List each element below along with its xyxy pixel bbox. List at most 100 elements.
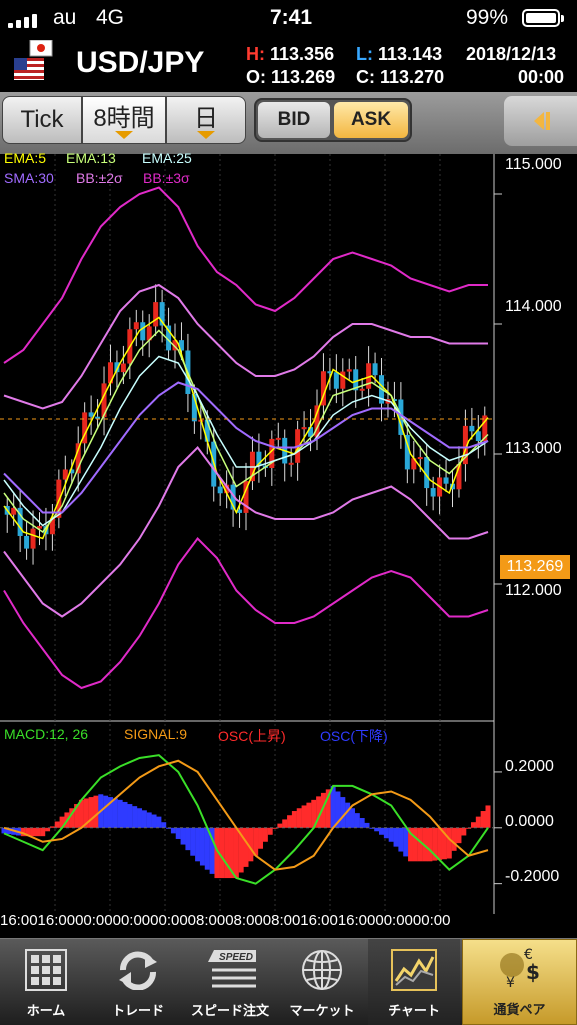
tab-bar: ホーム トレード SPEED スピード注文 マーケット チャート € $ ¥ 通貨ペ… xyxy=(0,938,577,1025)
osc-bar xyxy=(112,798,118,828)
ask-button[interactable]: ASK xyxy=(334,102,408,138)
osc-bar xyxy=(403,827,409,857)
tab-currency-pair[interactable]: € $ ¥ 通貨ペア xyxy=(462,939,577,1025)
osc-bar xyxy=(30,827,36,837)
candle-body xyxy=(140,322,146,341)
tab-chart[interactable]: チャート xyxy=(368,939,460,1025)
legend-ema5: EMA:5 xyxy=(4,150,47,166)
osc-bar xyxy=(451,827,457,851)
candle-body xyxy=(301,427,307,430)
osc-bar xyxy=(383,827,389,839)
osc-bar xyxy=(267,827,273,835)
tab-home-label: ホーム xyxy=(26,1003,66,1018)
status-bar: au 4G 7:41 99% xyxy=(0,0,577,38)
osc-bar xyxy=(388,827,394,842)
candle-body xyxy=(217,486,223,494)
svg-text:¥: ¥ xyxy=(506,975,515,991)
clock: 7:41 xyxy=(270,6,313,29)
osc-bar xyxy=(170,827,176,834)
osc-bar xyxy=(127,804,133,828)
osc-bar xyxy=(349,808,355,828)
candle-body xyxy=(95,416,101,419)
osc-bar xyxy=(379,827,385,835)
osc-bar xyxy=(456,827,462,844)
currency-pair-title: USD/JPY xyxy=(76,46,205,79)
osc-bar xyxy=(461,827,467,836)
osc-bar xyxy=(243,827,249,867)
close-price: C: 113.270 xyxy=(356,67,445,87)
candle-body xyxy=(372,363,378,376)
osc-bar xyxy=(156,816,162,828)
osc-bar xyxy=(354,813,360,828)
header-time: 00:00 xyxy=(518,67,565,87)
period-8h-button[interactable]: 8時間 xyxy=(82,96,166,144)
candle-body xyxy=(120,363,126,373)
candle-body xyxy=(475,431,481,441)
legend-ema25: EMA:25 xyxy=(142,150,192,166)
legend-osc-up: OSC(上昇) xyxy=(218,728,286,744)
chevron-left-icon xyxy=(534,112,550,130)
legend-macd: MACD:12, 26 xyxy=(4,726,89,742)
osc-bar xyxy=(258,827,264,849)
tab-home[interactable]: ホーム xyxy=(0,939,92,1025)
tab-market[interactable]: マーケット xyxy=(276,939,368,1025)
osc-bar xyxy=(45,827,51,832)
osc-bar xyxy=(224,827,230,879)
osc-bar xyxy=(117,799,123,828)
macd-label-neg: -0.2000 xyxy=(505,868,560,885)
high-price: H: 113.356 xyxy=(246,44,335,64)
osc-bar xyxy=(146,812,152,828)
svg-text:SPEED: SPEED xyxy=(219,952,253,963)
refresh-arrows-icon xyxy=(112,944,164,996)
tab-speed-order[interactable]: SPEED スピード注文 xyxy=(184,939,276,1025)
tab-currency-pair-label: 通貨ペア xyxy=(493,1002,546,1017)
osc-bar xyxy=(54,821,60,828)
candle-body xyxy=(133,322,139,330)
currency-flag-icon xyxy=(14,39,54,82)
bb-lower-3-line xyxy=(3,536,489,690)
globe-icon xyxy=(296,944,348,996)
candle-body xyxy=(153,302,159,327)
header-date: 2018/12/13 xyxy=(466,44,557,64)
osc-bar xyxy=(301,805,307,828)
osc-bar xyxy=(446,827,452,859)
candle-body xyxy=(346,369,352,372)
osc-bar xyxy=(185,827,191,851)
legend-bb3: BB:±3σ xyxy=(143,170,190,186)
osc-bar xyxy=(437,827,443,860)
tab-chart-label: チャート xyxy=(388,1003,440,1018)
speed-icon: SPEED xyxy=(204,944,256,996)
candle-body xyxy=(430,488,436,497)
bid-button[interactable]: BID xyxy=(258,102,330,138)
osc-bar xyxy=(480,811,486,828)
osc-bar xyxy=(340,797,346,828)
osc-bar xyxy=(364,822,370,828)
legend-bb2: BB:±2σ xyxy=(76,170,123,186)
candle-body xyxy=(288,462,294,465)
legend-osc-down: OSC(下降) xyxy=(320,728,388,744)
osc-bar xyxy=(398,827,404,852)
dropdown-caret-icon xyxy=(197,131,215,139)
osc-bar xyxy=(93,795,99,828)
osc-bar xyxy=(393,827,399,847)
price-chart[interactable]: EMA:5 EMA:13 EMA:25 SMA:30 BB:±2σ BB:±3σ… xyxy=(0,150,577,914)
candle-body xyxy=(275,437,281,440)
period-day-button[interactable]: 日 xyxy=(166,96,246,144)
tab-trade-label: トレード xyxy=(111,1003,164,1018)
osc-bar xyxy=(88,797,94,828)
svg-text:$: $ xyxy=(526,960,540,984)
candle-body xyxy=(443,477,449,484)
collapse-panel-button[interactable] xyxy=(504,96,577,146)
osc-bar xyxy=(470,822,476,828)
tab-trade[interactable]: トレード xyxy=(92,939,184,1025)
osc-bar xyxy=(475,816,481,828)
currency-symbols-icon: € $ ¥ xyxy=(494,943,546,995)
bid-ask-toggle: BID ASK xyxy=(254,98,412,142)
open-price: O: 113.269 xyxy=(246,67,336,87)
osc-bar xyxy=(141,810,147,828)
time-axis: 16:0016:0000:0000:0000:0008:0008:0008:00… xyxy=(0,912,451,929)
price-label-114: 114.000 xyxy=(505,298,562,315)
period-tick-button[interactable]: Tick xyxy=(2,96,82,144)
battery-percent: 99% xyxy=(466,6,509,29)
osc-bar xyxy=(180,827,186,845)
